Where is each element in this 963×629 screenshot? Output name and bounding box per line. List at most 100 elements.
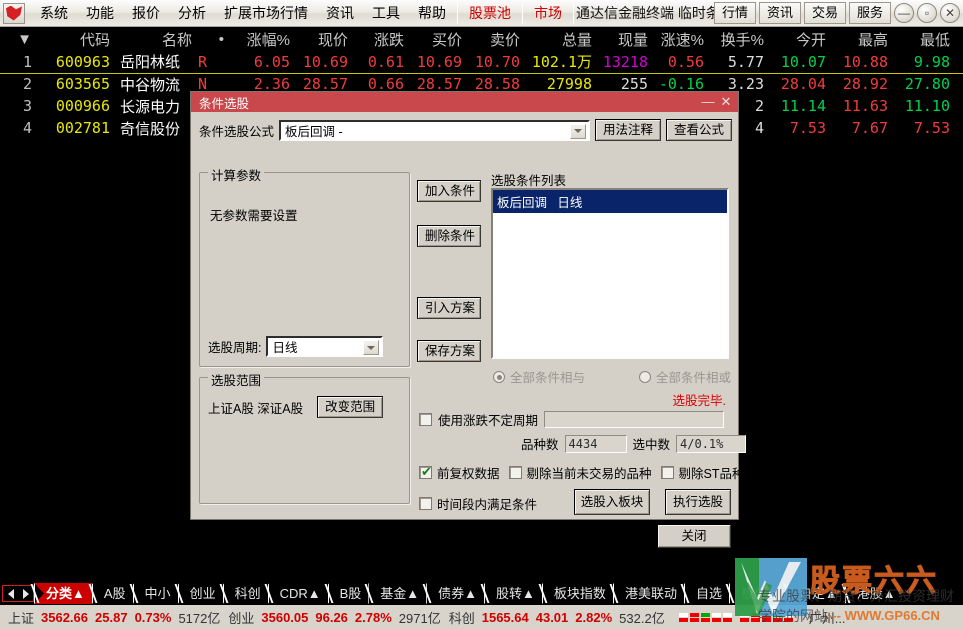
variable-period-input[interactable]	[544, 411, 725, 428]
col-speed[interactable]: 涨速%	[654, 27, 710, 51]
tab-hk-shares[interactable]: 港股▲	[841, 583, 903, 604]
table-row[interactable]: 1 600963 岳阳林纸 R 6.05 10.69 0.61 10.69 10…	[0, 51, 963, 74]
tab-sector-index[interactable]: 板块指数	[538, 583, 613, 604]
col-change[interactable]: 涨跌	[354, 27, 410, 51]
toolbar-button-service[interactable]: 服务	[848, 2, 891, 24]
index-star[interactable]: 科创 1565.64 43.01 2.82% 532.2亿	[449, 608, 665, 627]
radio-all-or[interactable]: 全部条件相或	[638, 367, 731, 386]
menu-item-market[interactable]: 市场	[525, 2, 571, 24]
time-range-checkbox[interactable]	[419, 497, 432, 510]
tab-bonds[interactable]: 债券▲	[422, 583, 485, 604]
condition-listbox[interactable]: 板后回调 日线	[491, 188, 729, 359]
tab-neeq[interactable]: 股转▲	[480, 583, 542, 604]
index-chinext-change: 96.26	[315, 609, 348, 625]
tab-funds[interactable]: 基金▲	[364, 583, 427, 604]
tab-chinext[interactable]: 创业	[174, 583, 223, 604]
col-sort-icon[interactable]: ▼	[0, 27, 38, 51]
delete-condition-button[interactable]: 删除条件	[417, 225, 481, 247]
col-name[interactable]: 名称	[116, 27, 198, 51]
import-plan-button[interactable]: 引入方案	[417, 297, 481, 319]
index-sse[interactable]: 上证 3562.66 25.87 0.73% 5172亿	[8, 608, 220, 627]
col-low[interactable]: 最低	[894, 27, 956, 51]
index-chinext[interactable]: 创业 3560.05 96.26 2.78% 2971亿	[228, 608, 440, 627]
run-selection-button[interactable]: 执行选股	[665, 489, 731, 515]
cell-code: 603565	[55, 75, 110, 94]
col-now-volume[interactable]: 现量	[598, 27, 654, 51]
close-button[interactable]: ✕	[940, 3, 960, 23]
cell-name: 奇信股份	[120, 119, 181, 138]
exclude-untraded-checkbox[interactable]	[508, 466, 522, 479]
exclude-untraded-checkbox-row[interactable]: 剔除当前未交易的品种	[508, 463, 652, 482]
col-bid[interactable]: 买价	[410, 27, 468, 51]
add-condition-button[interactable]: 加入条件	[417, 180, 481, 202]
status-bar: 上证 3562.66 25.87 0.73% 5172亿 创业 3560.05 …	[0, 605, 963, 629]
forward-adjust-checkbox-row[interactable]: 前复权数据	[419, 463, 500, 482]
col-turnover[interactable]: 换手%	[710, 27, 770, 51]
tab-b-shares[interactable]: B股	[324, 583, 369, 604]
minimize-button[interactable]: —	[894, 3, 914, 23]
scope-legend: 选股范围	[208, 370, 265, 389]
menu-item-news[interactable]: 资讯	[317, 2, 363, 24]
tdx-logo-icon[interactable]	[3, 2, 25, 24]
col-more[interactable]: ?	[956, 27, 963, 51]
tab-a-shares[interactable]: A股	[88, 583, 133, 604]
dialog-minimize-icon[interactable]: —	[699, 93, 717, 111]
col-code[interactable]: 代码	[38, 27, 116, 51]
tab-category[interactable]: 分类▲	[30, 583, 92, 604]
tab-custom[interactable]: 自定▲	[783, 583, 845, 604]
tab-cdr[interactable]: CDR▲	[264, 583, 328, 604]
exclude-st-checkbox[interactable]	[660, 466, 674, 479]
menu-item-quote[interactable]: 报价	[123, 2, 169, 24]
menu-item-extmarket[interactable]: 扩展市场行情	[215, 2, 317, 24]
col-dot[interactable]: •	[198, 27, 230, 51]
maximize-button[interactable]: ▫	[917, 3, 937, 23]
save-plan-button[interactable]: 保存方案	[417, 340, 481, 362]
dialog-titlebar[interactable]: 条件选股 — ✕	[191, 92, 738, 112]
col-high[interactable]: 最高	[832, 27, 894, 51]
tab-sme[interactable]: 中小	[129, 583, 178, 604]
index-sse-pct: 0.73%	[134, 609, 172, 625]
time-range-checkbox-row[interactable]: 时间段内满足条件	[419, 494, 537, 513]
close-dialog-button[interactable]: 关闭	[657, 524, 731, 548]
tab-star-market[interactable]: 科创	[219, 583, 268, 604]
menu-item-analysis[interactable]: 分析	[169, 2, 215, 24]
nav-arrows-icon[interactable]	[2, 585, 34, 602]
market-heatmap-icon[interactable]	[678, 612, 793, 622]
dialog-close-icon[interactable]: ✕	[717, 93, 735, 111]
chevron-down-icon[interactable]	[569, 123, 586, 139]
menu-item-function[interactable]: 功能	[77, 2, 123, 24]
change-scope-button[interactable]: 改变范围	[317, 396, 384, 418]
variable-period-checkbox[interactable]	[419, 413, 432, 426]
tab-sectors[interactable]: 板块▲	[725, 583, 787, 604]
list-item[interactable]: 板后回调 日线	[493, 190, 727, 213]
col-ask[interactable]: 卖价	[468, 27, 526, 51]
col-open[interactable]: 今开	[770, 27, 832, 51]
toolbar-button-quotes[interactable]: 行情	[713, 2, 756, 24]
usage-note-button[interactable]: 用法注释	[594, 119, 661, 141]
menu-item-system[interactable]: 系统	[31, 2, 77, 24]
cell-more	[956, 95, 963, 117]
menu-item-tools[interactable]: 工具	[363, 2, 409, 24]
forward-adjust-checkbox[interactable]	[419, 464, 433, 480]
view-formula-button[interactable]: 查看公式	[665, 119, 732, 141]
tab-hk-us-link[interactable]: 港美联动	[609, 583, 684, 604]
index-star-amount: 532.2亿	[619, 610, 665, 626]
chevron-down-icon[interactable]	[363, 340, 380, 355]
toolbar-button-news[interactable]: 资讯	[758, 2, 801, 24]
period-combo[interactable]: 日线	[266, 336, 384, 357]
cell-turnover: 5.77	[710, 51, 770, 74]
cell-more	[956, 73, 963, 95]
col-pct[interactable]: 涨幅%	[230, 27, 296, 51]
col-volume[interactable]: 总量	[526, 27, 598, 51]
add-to-block-button[interactable]: 选股入板块	[574, 489, 650, 515]
toolbar-button-trade[interactable]: 交易	[803, 2, 846, 24]
menu-item-stock-pool[interactable]: 股票池	[460, 2, 520, 24]
col-price[interactable]: 现价	[296, 27, 354, 51]
cell-price: 10.69	[296, 51, 354, 74]
radio-all-and[interactable]: 全部条件相与	[493, 367, 585, 386]
tab-watchlist[interactable]: 自选	[680, 583, 729, 604]
menu-item-help[interactable]: 帮助	[409, 2, 455, 24]
formula-combo[interactable]: 板后回调 -	[279, 119, 590, 141]
cell-flag: R	[198, 51, 230, 74]
exclude-st-checkbox-row[interactable]: 剔除ST品种	[660, 463, 745, 482]
